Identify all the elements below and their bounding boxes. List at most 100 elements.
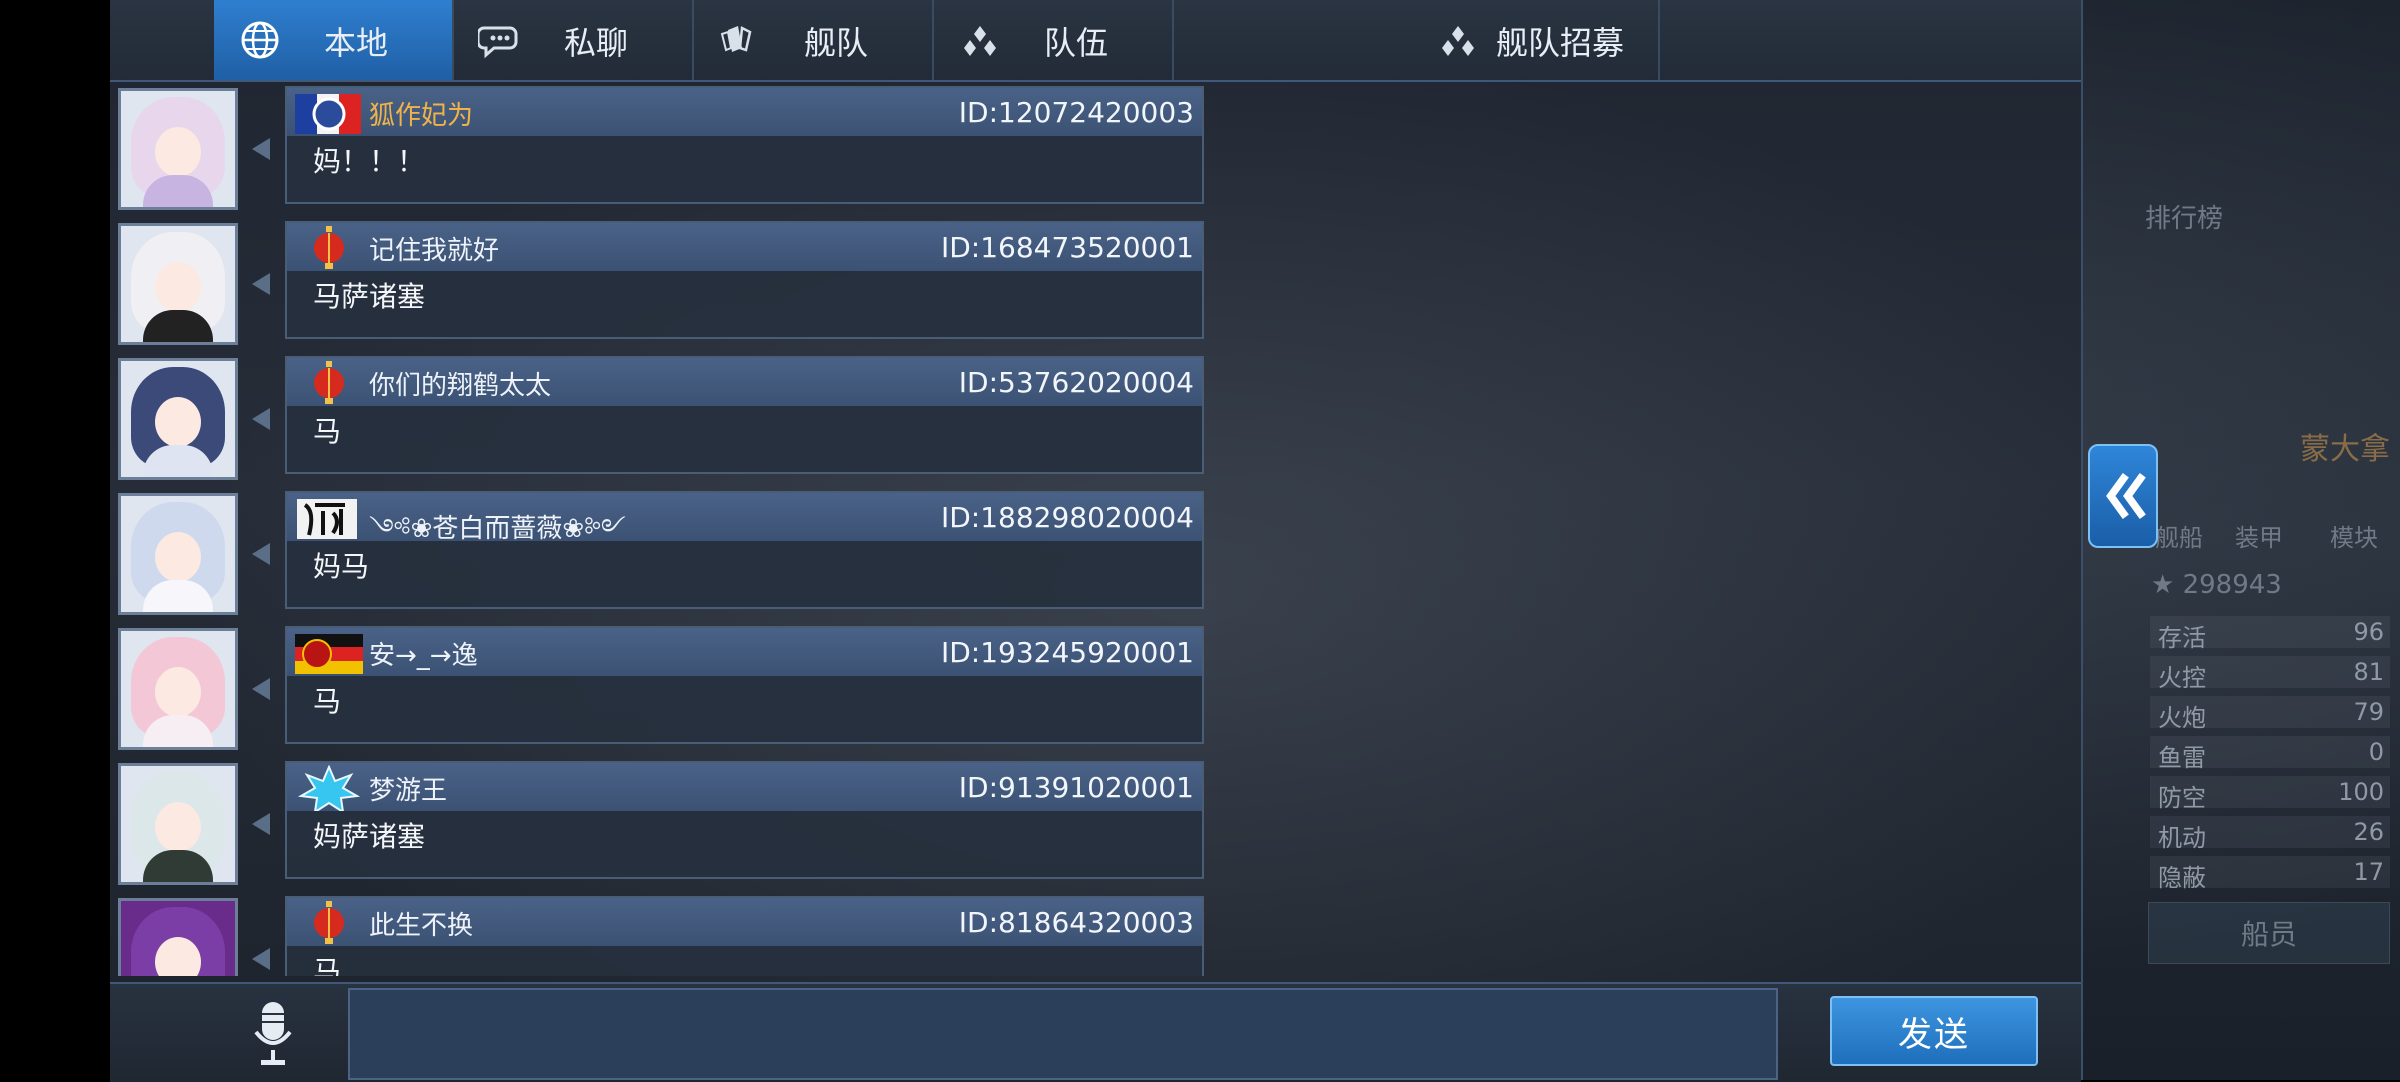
message-header: 安→_→逸 ID:193245920001 — [287, 628, 1202, 676]
red-lantern-icon — [314, 901, 344, 944]
message-item: ༺❀苍白而蔷薇❀༻ ID:188298020004 妈马 — [110, 489, 1210, 617]
sender-name[interactable]: 记住我就好 — [369, 230, 499, 267]
message-bubble[interactable]: 你们的翔鹤太太 ID:53762020004 马 — [285, 356, 1204, 474]
message-text: 妈萨诸塞 — [313, 820, 426, 853]
message-item: 安→_→逸 ID:193245920001 马 — [110, 624, 1210, 752]
avatar[interactable] — [118, 628, 238, 750]
message-input[interactable] — [348, 988, 1778, 1080]
bubble-pointer — [252, 678, 270, 700]
tab-label: 本地 — [324, 24, 389, 62]
message-text: 马萨诸塞 — [313, 280, 426, 313]
bubble-pointer — [252, 813, 270, 835]
bubble-pointer — [252, 408, 270, 430]
sender-name[interactable]: ༺❀苍白而蔷薇❀༻ — [369, 500, 626, 573]
sender-id: ID:81864320003 — [958, 906, 1194, 939]
chat-input-bar: 发送 — [110, 982, 2081, 1082]
stat-row: 火控 81 — [2150, 656, 2390, 692]
sender-name[interactable]: 你们的翔鹤太太 — [369, 365, 551, 402]
double-chevron-left-icon — [2106, 473, 2146, 519]
sender-id: ID:193245920001 — [940, 636, 1194, 669]
message-item: 梦游王 ID:91391020001 妈萨诸塞 — [110, 759, 1210, 887]
send-label: 发送 — [1898, 1014, 1970, 1055]
sender-name[interactable]: 此生不换 — [369, 905, 473, 942]
message-header: 你们的翔鹤太太 ID:53762020004 — [287, 358, 1202, 406]
message-header: 记住我就好 ID:168473520001 — [287, 223, 1202, 271]
sender-id: ID:188298020004 — [940, 501, 1194, 534]
tab-fleet-recruit[interactable]: 舰队招募 — [1174, 0, 1660, 80]
crew-button[interactable]: 船员 — [2148, 902, 2390, 964]
red-lantern-icon — [314, 226, 344, 269]
message-item: 狐作妃为 ID:12072420003 妈！！！ — [110, 84, 1210, 212]
message-bubble[interactable]: 安→_→逸 ID:193245920001 马 — [285, 626, 1204, 744]
power-number: 298943 — [2182, 570, 2282, 600]
avatar[interactable] — [118, 88, 238, 210]
flag-emblem-icon — [295, 634, 363, 674]
stat-row: 火炮 79 — [2150, 696, 2390, 732]
tab-label: 私聊 — [564, 24, 629, 62]
tab-label: 舰队 — [804, 24, 869, 62]
tab-team[interactable]: 队伍 — [934, 0, 1174, 80]
bubble-pointer — [252, 138, 270, 160]
globe-icon — [241, 21, 279, 59]
sender-id: ID:91391020001 — [958, 771, 1194, 804]
bubble-pointer — [252, 273, 270, 295]
ranking-label[interactable]: 排行榜 — [2145, 198, 2223, 235]
avatar[interactable] — [118, 493, 238, 615]
avatar[interactable] — [118, 763, 238, 885]
message-bubble[interactable]: 狐作妃为 ID:12072420003 妈！！！ — [285, 86, 1204, 204]
chat-bubble-icon — [478, 26, 518, 59]
message-header: ༺❀苍白而蔷薇❀༻ ID:188298020004 — [287, 493, 1202, 544]
message-text: 妈！！！ — [313, 145, 426, 178]
chat-panel: 本地 私聊 舰队 队伍 舰队招募 狐作妃为 ID:12072420003 妈！！… — [110, 0, 2083, 1082]
message-header: 梦游王 ID:91391020001 — [287, 763, 1202, 811]
fleet-icon — [720, 26, 752, 52]
message-bubble[interactable]: 梦游王 ID:91391020001 妈萨诸塞 — [285, 761, 1204, 879]
sender-id: ID:53762020004 — [958, 366, 1194, 399]
power-value: ★ 298943 — [2151, 570, 2282, 600]
avatar[interactable] — [118, 898, 238, 976]
side-tab-armor[interactable]: 装甲 — [2235, 518, 2283, 553]
send-button[interactable]: 发送 — [1830, 996, 2038, 1066]
avatar[interactable] — [118, 223, 238, 345]
stat-row: 存活 96 — [2150, 616, 2390, 652]
side-tab-module[interactable]: 模块 — [2330, 518, 2378, 553]
collapse-button[interactable] — [2088, 444, 2158, 548]
message-bubble[interactable]: 记住我就好 ID:168473520001 马萨诸塞 — [285, 221, 1204, 339]
stat-row: 隐蔽 17 — [2150, 856, 2390, 892]
message-text: 马 — [313, 955, 342, 976]
crew-label: 船员 — [2240, 918, 2297, 951]
sender-name[interactable]: 梦游王 — [369, 770, 447, 807]
team-icon — [1442, 26, 1474, 56]
stat-row: 鱼雷 0 — [2150, 736, 2390, 772]
message-bubble[interactable]: 此生不换 ID:81864320003 马 — [285, 896, 1204, 976]
channel-tab-bar: 本地 私聊 舰队 队伍 舰队招募 — [110, 0, 2081, 82]
calligraphy-emblem-icon — [297, 499, 357, 539]
ship-name: 蒙大拿 — [2300, 432, 2390, 467]
message-list[interactable]: 狐作妃为 ID:12072420003 妈！！！ 记住我就好 ID:168473… — [110, 84, 1210, 976]
tab-label: 舰队招募 — [1496, 24, 1625, 62]
message-bubble[interactable]: ༺❀苍白而蔷薇❀༻ ID:188298020004 妈马 — [285, 491, 1204, 609]
sender-id: ID:12072420003 — [958, 96, 1194, 129]
message-item: 你们的翔鹤太太 ID:53762020004 马 — [110, 354, 1210, 482]
message-item: 此生不换 ID:81864320003 马 — [110, 894, 1210, 976]
message-header: 此生不换 ID:81864320003 — [287, 898, 1202, 946]
stat-row: 机动 26 — [2150, 816, 2390, 852]
sender-name[interactable]: 安→_→逸 — [369, 635, 478, 672]
message-text: 马 — [313, 685, 342, 718]
message-text: 马 — [313, 415, 342, 448]
microphone-icon[interactable] — [248, 998, 298, 1070]
flag-emblem-icon — [295, 94, 361, 134]
message-item: 记住我就好 ID:168473520001 马萨诸塞 — [110, 219, 1210, 347]
bubble-pointer — [252, 543, 270, 565]
side-tab-ship[interactable]: 舰船 — [2155, 518, 2203, 553]
red-lantern-icon — [314, 361, 344, 404]
tab-local[interactable]: 本地 — [214, 0, 454, 80]
sender-name[interactable]: 狐作妃为 — [369, 95, 473, 132]
message-text: 妈马 — [313, 550, 370, 583]
sender-id: ID:168473520001 — [940, 231, 1194, 264]
tab-fleet[interactable]: 舰队 — [694, 0, 934, 80]
avatar[interactable] — [118, 358, 238, 480]
tab-private-chat[interactable]: 私聊 — [454, 0, 694, 80]
tab-label: 队伍 — [1044, 24, 1109, 62]
stat-row: 防空 100 — [2150, 776, 2390, 812]
